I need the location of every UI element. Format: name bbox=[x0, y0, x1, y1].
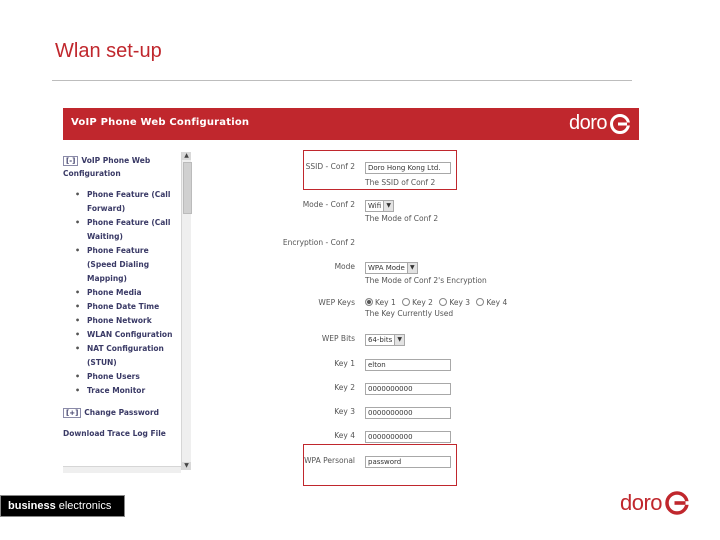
doro-swirl-icon bbox=[610, 113, 630, 134]
radio-icon[interactable] bbox=[476, 298, 485, 306]
wep-keys-hint: The Key Currently Used bbox=[365, 309, 454, 318]
sidebar-item-nat-configuration[interactable]: NAT Configuration (STUN) bbox=[63, 342, 181, 370]
badge-bold-text: business bbox=[8, 500, 56, 512]
chevron-down-icon[interactable]: ▼ bbox=[383, 201, 394, 211]
app-header: VoIP Phone Web Configuration doro bbox=[63, 108, 639, 140]
mode-label: Mode - Conf 2 bbox=[302, 200, 355, 209]
business-electronics-text: business electronics bbox=[8, 500, 111, 512]
key-4-label: Key 4 bbox=[334, 431, 355, 440]
key-1-input[interactable]: elton bbox=[365, 359, 451, 371]
expand-toggle[interactable]: [+] bbox=[63, 408, 82, 418]
encryption-mode-value: WPA Mode bbox=[368, 264, 405, 272]
key-4-input[interactable]: 0000000000 bbox=[365, 431, 451, 443]
sidebar-change-password[interactable]: [+] Change Password bbox=[63, 406, 181, 419]
sidebar-section-header[interactable]: [-] VoIP Phone Web Configuration bbox=[63, 154, 181, 180]
download-trace-link[interactable]: Download Trace Log File bbox=[63, 427, 181, 440]
wep-key-2-radio[interactable]: Key 2 bbox=[402, 298, 433, 307]
wep-key-4-label: Key 4 bbox=[486, 298, 508, 307]
sidebar-nav: [-]VoIP Phone Web Configuration Phone Fe… bbox=[63, 154, 181, 446]
badge-rest-text: electronics bbox=[55, 500, 112, 512]
key-2-input[interactable]: 0000000000 bbox=[365, 383, 451, 395]
radio-icon[interactable] bbox=[402, 298, 411, 306]
sidebar-item-speed-dialing[interactable]: Phone Feature (Speed Dialing Mapping) bbox=[63, 244, 181, 286]
sidebar-item-trace-monitor[interactable]: Trace Monitor bbox=[63, 384, 181, 398]
wep-bits-select[interactable]: 64-bits ▼ bbox=[365, 334, 406, 346]
wpa-highlight-box bbox=[303, 444, 457, 486]
wep-keys-label: WEP Keys bbox=[318, 298, 355, 307]
business-electronics-badge: business electronics bbox=[0, 495, 125, 517]
change-password-link[interactable]: Change Password bbox=[84, 408, 159, 417]
sidebar-item-phone-users[interactable]: Phone Users bbox=[63, 370, 181, 384]
wep-bits-label: WEP Bits bbox=[321, 334, 355, 343]
slide-title: Wlan set-up bbox=[55, 40, 162, 62]
doro-swirl-icon bbox=[665, 491, 691, 515]
wep-key-4-radio[interactable]: Key 4 bbox=[476, 298, 507, 307]
encryption-mode-label: Mode bbox=[334, 262, 355, 271]
mode-hint: The Mode of Conf 2 bbox=[365, 214, 439, 223]
header-logo: doro bbox=[569, 112, 631, 135]
footer-logo-text: doro bbox=[620, 490, 663, 515]
key-2-label: Key 2 bbox=[334, 383, 355, 392]
wep-key-2-label: Key 2 bbox=[412, 298, 433, 307]
sidebar-list: Phone Feature (Call Forward) Phone Featu… bbox=[63, 188, 181, 398]
sidebar-item-phone-media[interactable]: Phone Media bbox=[63, 286, 181, 300]
scroll-up-icon[interactable]: ▲ bbox=[182, 152, 191, 160]
encryption-mode-select[interactable]: WPA Mode ▼ bbox=[365, 262, 418, 274]
encryption-mode-hint: The Mode of Conf 2's Encryption bbox=[365, 276, 487, 285]
sidebar-scrollbar[interactable]: ▲ ▼ bbox=[181, 152, 192, 470]
chevron-down-icon[interactable]: ▼ bbox=[394, 335, 405, 345]
wep-bits-value: 64-bits bbox=[368, 336, 393, 344]
web-config-screenshot: VoIP Phone Web Configuration doro [-] VoI… bbox=[63, 108, 639, 486]
scroll-thumb[interactable] bbox=[183, 162, 192, 214]
mode-select[interactable]: Wifi ▼ bbox=[365, 200, 395, 212]
header-logo-text: doro bbox=[568, 112, 608, 134]
sidebar-item-call-waiting[interactable]: Phone Feature (Call Waiting) bbox=[63, 216, 181, 244]
mode-select-value: Wifi bbox=[368, 202, 382, 210]
wep-key-1-radio[interactable]: Key 1 bbox=[365, 298, 396, 307]
footer-logo: doro bbox=[620, 490, 691, 516]
app-header-title: VoIP Phone Web Configuration bbox=[71, 117, 250, 128]
key-3-input[interactable]: 0000000000 bbox=[365, 407, 451, 419]
sidebar-item-call-forward[interactable]: Phone Feature (Call Forward) bbox=[63, 188, 181, 216]
wep-key-3-radio[interactable]: Key 3 bbox=[439, 298, 470, 307]
sidebar-horizontal-scrollbar[interactable] bbox=[63, 466, 181, 473]
key-3-label: Key 3 bbox=[334, 407, 355, 416]
wep-key-3-label: Key 3 bbox=[449, 298, 471, 307]
chevron-down-icon[interactable]: ▼ bbox=[406, 263, 417, 273]
radio-icon[interactable] bbox=[439, 298, 448, 306]
scroll-down-icon[interactable]: ▼ bbox=[182, 462, 191, 470]
sidebar-item-phone-network[interactable]: Phone Network bbox=[63, 314, 181, 328]
wep-key-1-label: Key 1 bbox=[375, 298, 396, 307]
ssid-highlight-box bbox=[303, 150, 457, 190]
key-1-label: Key 1 bbox=[334, 359, 355, 368]
sidebar-item-wlan-configuration[interactable]: WLAN Configuration bbox=[63, 328, 181, 342]
radio-selected-icon[interactable] bbox=[365, 298, 373, 306]
encryption-label: Encryption - Conf 2 bbox=[282, 238, 355, 247]
collapse-toggle[interactable]: [-] bbox=[63, 156, 79, 166]
title-divider bbox=[52, 80, 632, 81]
sidebar-item-date-time[interactable]: Phone Date Time bbox=[63, 300, 181, 314]
